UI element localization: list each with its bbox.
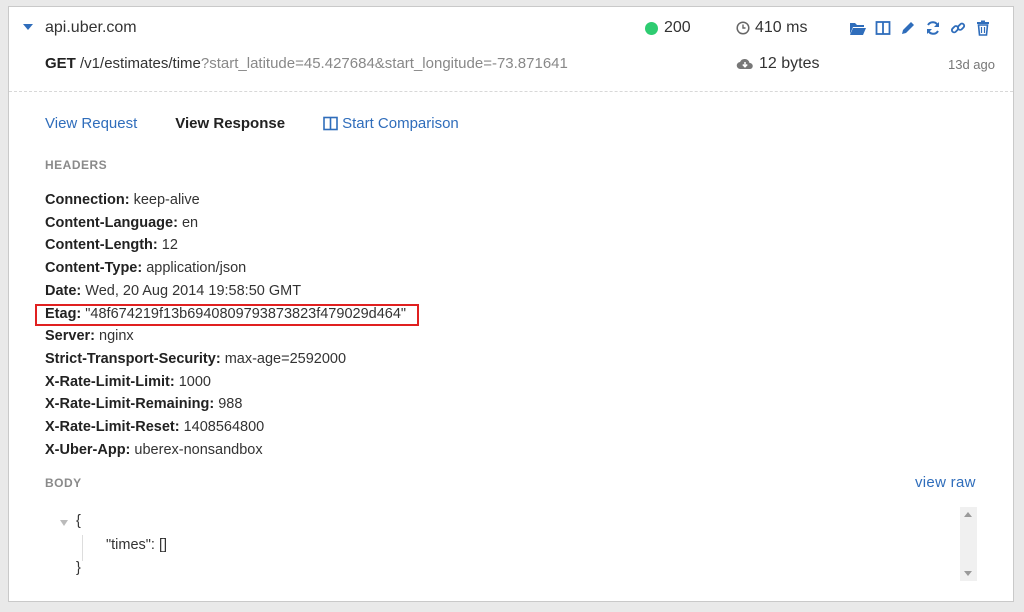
body-scrollbar[interactable] xyxy=(960,507,977,581)
duration-value: 410 ms xyxy=(755,19,808,36)
request-query: ?start_latitude=45.427684&start_longitud… xyxy=(200,55,568,72)
collapse-caret-icon[interactable] xyxy=(23,24,33,30)
size-value: 12 bytes xyxy=(759,55,820,72)
header-value: 1000 xyxy=(178,373,211,390)
header-row: X-Rate-Limit-Remaining: 988 xyxy=(45,393,406,416)
header-value: max-age=2592000 xyxy=(224,350,347,367)
size-indicator: 12 bytes xyxy=(736,55,819,73)
body-section-title: BODY xyxy=(45,476,82,490)
tab-view-response[interactable]: View Response xyxy=(175,115,285,132)
view-raw-link[interactable]: view raw xyxy=(915,474,976,491)
columns-icon[interactable] xyxy=(874,19,892,37)
status-dot-icon xyxy=(645,21,658,35)
json-body-viewer: { "times": [] } xyxy=(55,509,981,581)
folder-open-icon[interactable] xyxy=(849,19,867,37)
header-row: Content-Length: 12 xyxy=(45,234,406,257)
request-url: GET /v1/estimates/time?start_latitude=45… xyxy=(45,55,568,72)
header-row-etag: Etag: "48f674219f13b6940809793873823f479… xyxy=(35,303,419,326)
header-name: Content-Language: xyxy=(45,214,178,231)
trash-icon[interactable] xyxy=(974,19,992,37)
header-name: Strict-Transport-Security: xyxy=(45,350,221,367)
action-toolbar xyxy=(849,19,992,37)
json-times-line: "times": [] xyxy=(106,537,168,553)
request-summary: api.uber.com 200 410 ms GET /v1/estimate… xyxy=(9,7,1013,99)
clock-icon xyxy=(736,21,750,35)
header-name: Connection: xyxy=(45,192,130,208)
header-value: 12 xyxy=(161,237,178,254)
json-open-brace: { xyxy=(76,513,81,529)
request-host: api.uber.com xyxy=(45,19,137,36)
tab-view-request[interactable]: View Request xyxy=(45,115,137,132)
header-row: Date: Wed, 20 Aug 2014 19:58:50 GMT xyxy=(45,280,406,303)
pencil-icon[interactable] xyxy=(899,19,917,37)
link-icon[interactable] xyxy=(949,19,967,37)
header-row: X-Rate-Limit-Limit: 1000 xyxy=(45,371,406,394)
request-path: /v1/estimates/time xyxy=(80,55,201,72)
header-row: Connection: keep-alive xyxy=(45,189,406,212)
start-comparison-button[interactable]: Start Comparison xyxy=(323,115,459,132)
header-value: keep-alive xyxy=(133,192,200,208)
refresh-icon[interactable] xyxy=(924,19,942,37)
header-row: Content-Type: application/json xyxy=(45,257,406,280)
request-age: 13d ago xyxy=(948,57,995,72)
header-value: application/json xyxy=(146,260,247,277)
header-row: Server: nginx xyxy=(45,325,406,348)
header-value: 988 xyxy=(218,396,243,413)
header-value: Wed, 20 Aug 2014 19:58:50 GMT xyxy=(85,282,302,299)
header-row: X-Uber-App: uberex-nonsandbox xyxy=(45,439,406,462)
cloud-download-icon xyxy=(736,58,753,70)
scroll-down-arrow-icon[interactable] xyxy=(964,571,972,576)
header-name: X-Rate-Limit-Reset: xyxy=(45,419,180,436)
json-close-brace: } xyxy=(76,560,81,576)
header-name: Server: xyxy=(45,328,95,345)
summary-divider xyxy=(9,91,1013,92)
header-value: 1408564800 xyxy=(183,419,265,436)
json-collapse-caret-icon[interactable] xyxy=(60,520,68,526)
status-code: 200 xyxy=(664,19,691,36)
highlight-annotation-box xyxy=(35,303,419,326)
headers-section-title: HEADERS xyxy=(45,158,108,172)
header-name: X-Rate-Limit-Limit: xyxy=(45,373,175,390)
header-name: X-Rate-Limit-Remaining: xyxy=(45,396,215,413)
request-card: api.uber.com 200 410 ms GET /v1/estimate… xyxy=(8,6,1014,602)
duration-indicator: 410 ms xyxy=(736,19,807,37)
response-tabs: View Request View Response Start Compari… xyxy=(45,115,459,132)
header-value: en xyxy=(181,214,199,231)
request-method: GET xyxy=(45,55,76,72)
header-name: Content-Length: xyxy=(45,237,158,254)
headers-list: Connection: keep-alive Content-Language:… xyxy=(35,189,419,462)
header-name: Date: xyxy=(45,282,82,299)
header-row: Strict-Transport-Security: max-age=25920… xyxy=(45,348,406,371)
header-row: X-Rate-Limit-Reset: 1408564800 xyxy=(45,416,406,439)
json-indent-guide xyxy=(82,535,83,561)
header-row: Content-Language: en xyxy=(45,212,406,235)
start-comparison-label: Start Comparison xyxy=(342,115,459,132)
scroll-up-arrow-icon[interactable] xyxy=(964,512,972,517)
header-name: Content-Type: xyxy=(45,260,143,277)
header-value: nginx xyxy=(99,328,134,345)
header-name: X-Uber-App: xyxy=(45,441,131,458)
header-value: uberex-nonsandbox xyxy=(134,441,263,458)
columns-icon xyxy=(323,116,338,131)
status-indicator: 200 xyxy=(645,19,691,37)
